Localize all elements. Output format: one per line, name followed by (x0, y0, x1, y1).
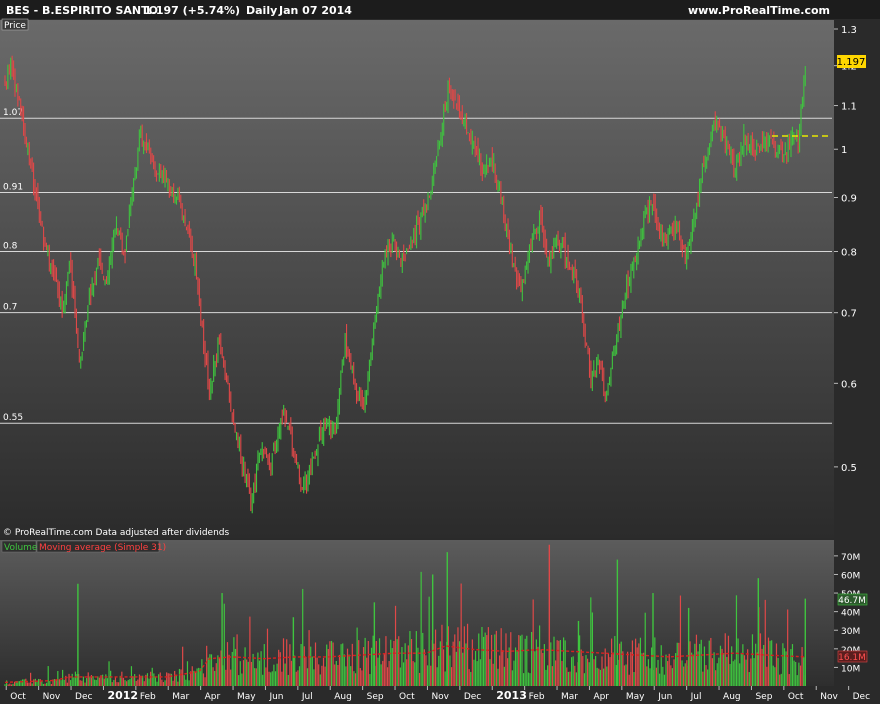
time-label: Aug (723, 692, 741, 702)
time-label: Oct (399, 692, 415, 702)
price-panel (0, 20, 834, 538)
price-tick-label: 0.8 (841, 247, 857, 258)
time-label: Sep (755, 692, 772, 702)
time-label: Mar (561, 692, 578, 702)
time-label: Sep (367, 692, 384, 702)
time-label: Oct (788, 692, 804, 702)
time-label: Apr (205, 692, 221, 702)
volume-tick-label: 30M (841, 627, 860, 637)
time-label: Jul (690, 692, 702, 702)
price-tick-label: 0.7 (841, 309, 857, 320)
price-tick-label: 1 (841, 145, 847, 156)
volume-tick-label: 10M (841, 664, 860, 674)
price-tick-label: 0.9 (841, 194, 857, 205)
time-label: Aug (334, 692, 352, 702)
level-label: 0.7 (3, 303, 17, 313)
price-tag: Price (4, 21, 26, 31)
price-tick-label: 1.3 (841, 25, 857, 36)
level-label: 0.8 (3, 241, 18, 251)
price-tick-label: 0.5 (841, 463, 857, 474)
time-label: Dec (464, 692, 481, 702)
level-label: 1.07 (3, 108, 23, 118)
time-label: Nov (43, 692, 61, 702)
last-volume-label: 46.7M (838, 596, 866, 606)
time-label: Mar (172, 692, 189, 702)
time-label: Dec (75, 692, 92, 702)
time-label: Feb (529, 692, 545, 702)
price-axis (834, 20, 880, 538)
header-symbol: BES - B.ESPIRITO SANTO (6, 4, 158, 17)
price-tick-label: 1.1 (841, 102, 857, 113)
price-footer: © ProRealTime.com Data adjusted after di… (3, 528, 229, 538)
volume-tick-label: 60M (841, 571, 860, 581)
volume-legend: Volume (4, 543, 38, 553)
time-label: Dec (853, 692, 870, 702)
header-quote: 1.197 (+5.74%) (144, 4, 240, 17)
ma-legend: Moving average (Simple 31) (39, 543, 166, 553)
time-label: Oct (10, 692, 26, 702)
time-label: May (626, 692, 645, 702)
time-label: Feb (140, 692, 156, 702)
time-label: 2012 (107, 689, 138, 702)
time-label: May (237, 692, 256, 702)
time-label: Jun (657, 692, 672, 702)
time-label: 2013 (496, 689, 527, 702)
level-label: 0.55 (3, 413, 23, 423)
time-label: Jun (268, 692, 283, 702)
time-label: Apr (593, 692, 609, 702)
header-site: www.ProRealTime.com (688, 4, 830, 17)
level-label: 0.91 (3, 182, 23, 192)
header-date: Jan 07 2014 (278, 4, 352, 17)
volume-tick-label: 70M (841, 553, 860, 563)
time-label: Jul (301, 692, 313, 702)
header-period: Daily (246, 4, 277, 17)
last-ma-label: 16.1M (838, 653, 866, 663)
last-price-label: 1.197 (837, 57, 866, 68)
stock-chart: BES - B.ESPIRITO SANTO 1.197 (+5.74%) Da… (0, 0, 880, 704)
time-label: Nov (431, 692, 449, 702)
volume-tick-label: 40M (841, 609, 860, 619)
time-label: Nov (820, 692, 838, 702)
price-tick-label: 0.6 (841, 379, 857, 390)
